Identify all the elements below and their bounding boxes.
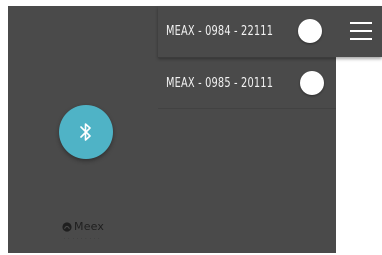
device-row[interactable]: MEAX - 0985 - 20111 xyxy=(158,58,336,109)
bluetooth-icon xyxy=(80,123,91,141)
hamburger-menu-icon[interactable] xyxy=(350,19,372,43)
device-toggle[interactable] xyxy=(298,19,322,43)
menu-line xyxy=(350,30,372,32)
meex-logo-icon xyxy=(62,222,72,232)
logo-text: Meex xyxy=(74,220,105,233)
menu-line xyxy=(350,38,372,40)
logo-tagline: · · · · · · · · · xyxy=(64,236,101,241)
device-toggle[interactable] xyxy=(300,71,324,95)
bluetooth-button[interactable] xyxy=(59,105,113,159)
device-name: MEAX - 0984 - 22111 xyxy=(166,23,274,39)
app-window: MEAX - 0984 - 22111 MEAX - 0985 - 20111 … xyxy=(0,0,382,255)
device-name: MEAX - 0985 - 20111 xyxy=(166,75,274,91)
device-row[interactable]: MEAX - 0984 - 22111 xyxy=(158,6,334,56)
menu-line xyxy=(350,22,372,24)
